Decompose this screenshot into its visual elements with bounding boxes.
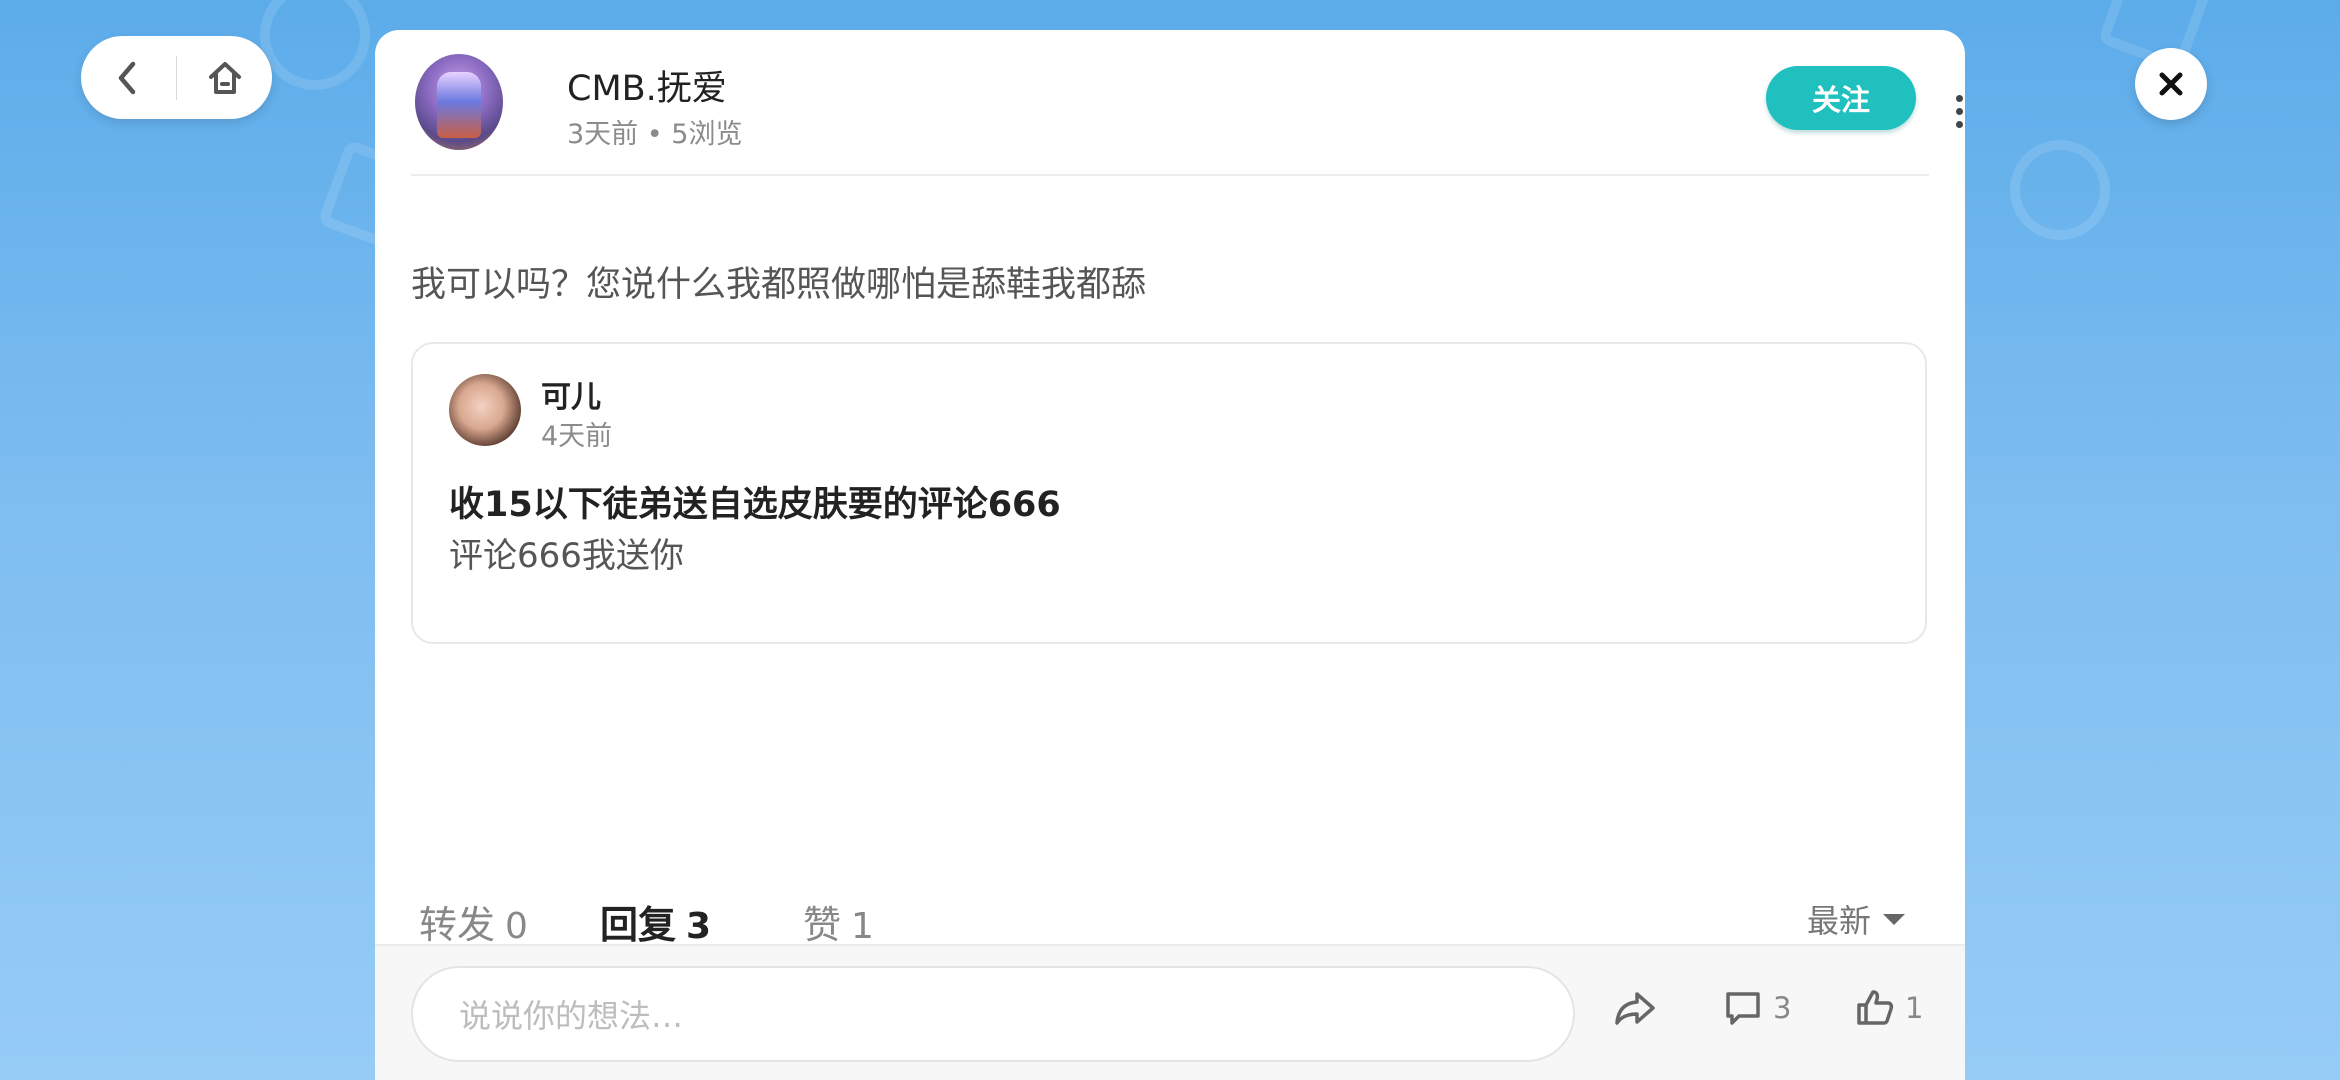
follow-button[interactable]: 关注 (1766, 66, 1916, 130)
post-content: 我可以吗？您说什么我都照做哪怕是舔鞋我都舔 (411, 265, 1147, 305)
comment-placeholder: 说说你的想法… (459, 997, 684, 1035)
post-card: CMB.抚爱 3天前 • 5浏览 关注 我可以吗？您说什么我都照做哪怕是舔鞋我都… (375, 30, 1965, 1080)
comment-count: 3 (1773, 991, 1792, 1025)
comment-input[interactable]: 说说你的想法… (411, 966, 1575, 1062)
close-button[interactable] (2135, 48, 2207, 120)
quoted-body: 评论666我送你 (449, 536, 684, 576)
close-icon (2159, 72, 2183, 96)
like-count: 1 (1905, 991, 1924, 1025)
comment-icon (1726, 992, 1760, 1025)
quoted-author-name: 可儿 (541, 380, 601, 415)
home-icon (208, 61, 241, 94)
background-decoration (260, 0, 370, 90)
author-name[interactable]: CMB.抚爱 (567, 60, 727, 111)
quoted-time: 4天前 (541, 421, 613, 452)
sort-dropdown[interactable]: 最新 (1807, 896, 1906, 942)
tab-label: 转发 (419, 903, 496, 947)
tab-count: 3 (686, 906, 712, 947)
bottom-action-bar: 说说你的想法… 3 1 (375, 944, 1965, 1080)
like-icon (1857, 990, 1894, 1025)
quoted-title: 收15以下徒弟送自选皮肤要的评论666 (449, 485, 1061, 525)
post-header: CMB.抚爱 3天前 • 5浏览 关注 (411, 30, 1963, 176)
tab-forward[interactable]: 转发 0 (419, 894, 528, 949)
post-meta: 3天前 • 5浏览 (567, 119, 743, 150)
more-vertical-icon (1955, 94, 1963, 128)
tab-count: 1 (851, 906, 874, 947)
tab-replies[interactable]: 回复 3 (600, 894, 711, 949)
back-button[interactable] (81, 36, 176, 119)
sort-caret-icon (1883, 913, 1906, 925)
avatar-figure (437, 72, 481, 138)
quoted-post[interactable]: 可儿 4天前 收15以下徒弟送自选皮肤要的评论666 评论666我送你 (411, 342, 1927, 644)
navigation-pill (81, 36, 272, 119)
quoted-author-avatar[interactable] (449, 374, 521, 446)
background-decoration (2010, 140, 2110, 240)
tab-label: 赞 (803, 903, 842, 947)
like-button[interactable]: 1 (1855, 988, 1923, 1028)
comment-button[interactable]: 3 (1723, 988, 1791, 1028)
back-icon (119, 61, 136, 94)
home-button[interactable] (177, 36, 272, 119)
author-avatar[interactable] (415, 54, 503, 150)
more-options-button[interactable] (1947, 86, 1965, 136)
tab-count: 0 (505, 906, 528, 947)
share-icon (1615, 992, 1655, 1025)
sort-label: 最新 (1807, 902, 1872, 940)
share-button[interactable] (1613, 988, 1657, 1028)
tab-likes[interactable]: 赞1 (803, 894, 874, 949)
tab-label: 回复 (600, 903, 677, 947)
